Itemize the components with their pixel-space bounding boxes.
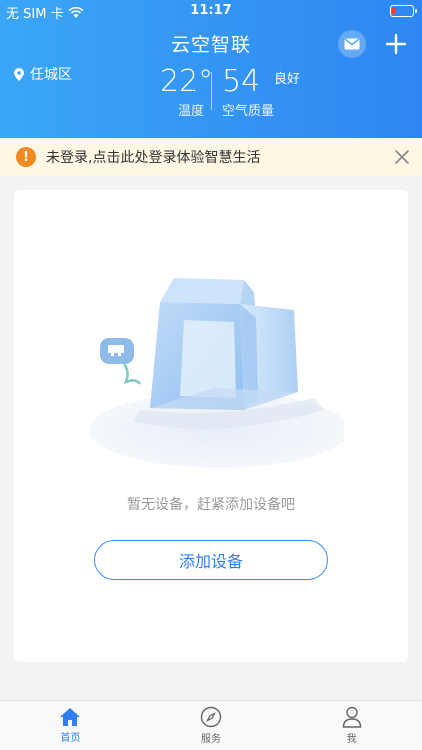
plus-icon — [386, 34, 406, 54]
empty-box-illustration — [89, 278, 344, 468]
tab-services-label: 服务 — [201, 734, 221, 745]
tab-me-label: 我 — [346, 734, 357, 745]
status-time: 11:17 — [190, 3, 232, 18]
login-banner-text: 未登录,点击此处登录体验智慧生活 — [46, 150, 261, 166]
status-bar: 无 SIM 卡 11:17 — [0, 0, 422, 22]
tab-services[interactable]: 服务 — [141, 701, 282, 750]
temperature-label: 温度 — [178, 104, 205, 119]
aqi-level: 良好 — [274, 72, 301, 87]
battery-icon — [390, 5, 417, 17]
warning-icon: ! — [16, 147, 36, 167]
tab-bar: 首页 服务 我 — [0, 700, 422, 750]
temperature-value: 22° — [160, 64, 214, 99]
device-card: 暂无设备，赶紧添加设备吧 添加设备 — [14, 190, 408, 662]
aqi-label: 空气质量 — [222, 104, 275, 119]
message-button[interactable] — [338, 30, 366, 58]
tab-home-label: 首页 — [60, 733, 81, 744]
location-label: 任城区 — [30, 67, 72, 83]
close-button[interactable] — [392, 147, 412, 167]
location[interactable]: 任城区 — [14, 64, 72, 84]
add-device-button[interactable]: 添加设备 — [94, 540, 328, 580]
location-pin-icon — [14, 67, 24, 81]
add-button[interactable] — [382, 30, 410, 58]
close-icon — [395, 150, 409, 164]
tab-me[interactable]: 我 — [281, 701, 422, 750]
user-icon — [342, 706, 361, 728]
tab-home[interactable]: 首页 — [0, 701, 141, 750]
weather-divider — [211, 72, 212, 110]
compass-icon — [200, 706, 222, 728]
login-banner[interactable]: ! 未登录,点击此处登录体验智慧生活 — [0, 138, 422, 176]
header: 无 SIM 卡 11:17 云空智联 任城区 22° 温度 54 良好 空气质量 — [0, 0, 422, 138]
envelope-icon — [344, 38, 360, 50]
home-icon — [60, 708, 81, 726]
empty-state-message: 暂无设备，赶紧添加设备吧 — [127, 497, 295, 513]
aqi-value: 54 — [222, 64, 261, 99]
